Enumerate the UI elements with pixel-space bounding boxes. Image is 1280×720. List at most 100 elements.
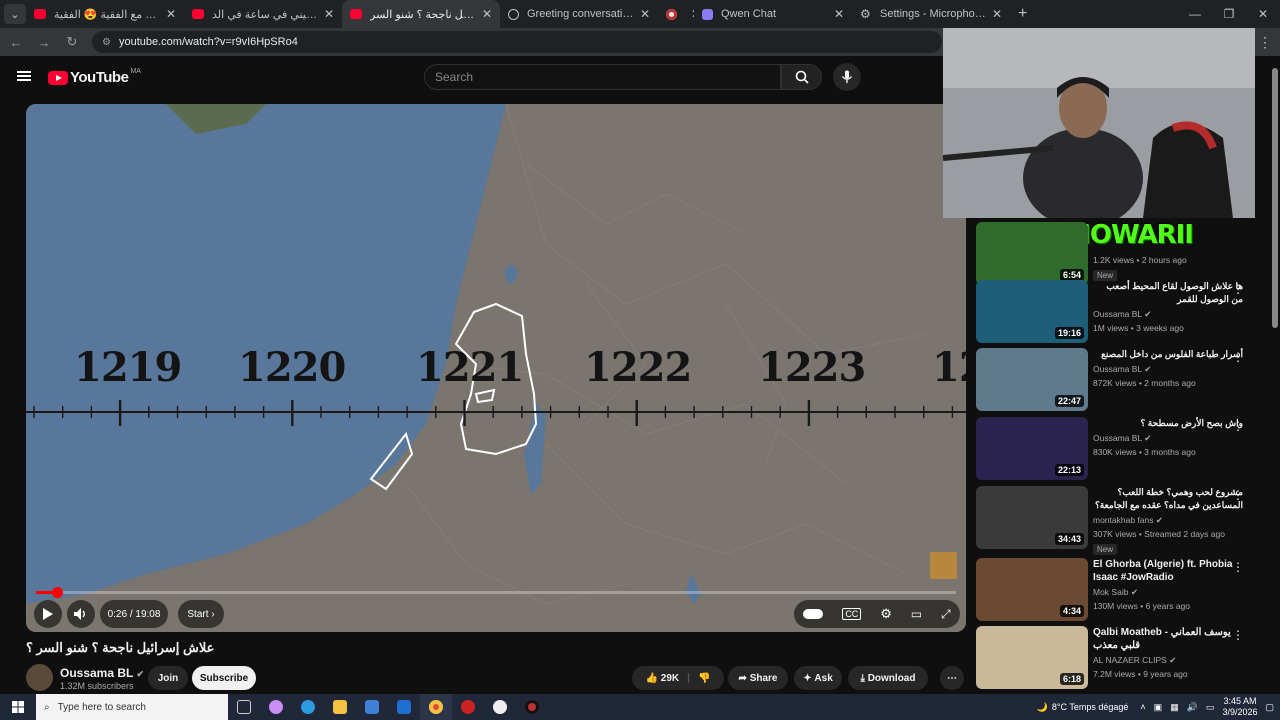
recommendation-item[interactable]: 19:16 ها علاش الوصول لقاع المحيط أصعب من … [976, 280, 1272, 344]
close-tab-icon[interactable]: ✕ [834, 7, 844, 21]
recommendation-item[interactable]: 4:34 El Ghorba (Algerie) ft. Phobia Isaac… [976, 558, 1272, 622]
recommendation-item[interactable]: 6:18 Qalbi Moatheb يوسف العماني - قلبي مع… [976, 626, 1272, 690]
back-icon[interactable]: ← [4, 35, 28, 50]
recommendation-channel[interactable]: AL NAZAER CLIPS ✔ [1093, 655, 1243, 666]
dislike-icon[interactable]: 👎 [698, 673, 710, 684]
speaker-icon[interactable]: 🔊 [1187, 702, 1198, 713]
download-button[interactable]: ⤓ Download [848, 666, 928, 690]
browser-tab[interactable]: علاش إسرائيل ناجحة ؟ شنو السر ✕ [342, 0, 500, 28]
windows-start-icon[interactable] [0, 694, 36, 720]
channel-name[interactable]: Oussama BL ✔ [60, 666, 144, 680]
browser-tab[interactable]: Greeting conversation ✕ [500, 0, 658, 28]
site-info-icon[interactable]: ⚙ [102, 37, 111, 48]
close-tab-icon[interactable]: ✕ [992, 7, 1002, 21]
voice-search-button[interactable] [833, 63, 861, 91]
reload-icon[interactable]: ↻ [60, 34, 84, 50]
record-app-icon[interactable] [452, 694, 484, 720]
recommendation-title[interactable]: واش بصح الأرض مسطحة ؟ [1093, 417, 1243, 430]
browser-menu-icon[interactable]: ⋮ [1258, 34, 1272, 51]
restore-icon[interactable]: ❐ [1212, 0, 1246, 28]
taskbar-search-input[interactable]: ⌕ Type here to search [36, 694, 228, 720]
recommendation-menu-icon[interactable]: ⋮ [1232, 419, 1244, 433]
clock[interactable]: 3:45 AM 3/9/2026 [1222, 696, 1257, 718]
recommendation-item[interactable]: 22:47 أسرار طباعة الفلوس من داخل المصنع Ou… [976, 348, 1272, 412]
volume-button[interactable] [67, 600, 95, 628]
menu-icon[interactable] [17, 71, 31, 81]
close-tab-icon[interactable]: ✕ [482, 7, 492, 21]
store-icon[interactable] [356, 694, 388, 720]
recommendation-channel[interactable]: Oussama BL ✔ [1093, 309, 1243, 320]
recommendation-channel[interactable]: Oussama BL ✔ [1093, 364, 1243, 375]
recommendation-thumbnail[interactable]: 6:18 [976, 626, 1088, 689]
subscribe-button[interactable]: Subscribe [192, 666, 256, 690]
capcut-icon[interactable] [484, 694, 516, 720]
recommendation-title[interactable]: ها علاش الوصول لقاع المحيط أصعب من الوصو… [1093, 280, 1243, 306]
recommendation-item[interactable]: 22:13 واش بصح الأرض مسطحة ؟ Oussama BL ✔ 83… [976, 417, 1272, 481]
task-view-icon[interactable] [228, 694, 260, 720]
url-field[interactable]: ⚙ youtube.com/watch?v=r9vI6HpSRo4 [92, 31, 942, 53]
weather-text[interactable]: 8°C Temps dégagé [1052, 702, 1128, 712]
recommendation-title[interactable]: Qalbi Moatheb يوسف العماني - قلبي معذب [1093, 626, 1243, 652]
channel-watermark[interactable] [930, 552, 957, 579]
recommendation-thumbnail[interactable]: 19:16 [976, 280, 1088, 343]
scrollbar-thumb[interactable] [1272, 68, 1278, 328]
network-icon[interactable]: ▦ [1170, 702, 1179, 713]
chapter-button[interactable]: Start › [178, 600, 224, 628]
file-explorer-icon[interactable] [324, 694, 356, 720]
like-button[interactable]: 👍 29K [646, 673, 680, 684]
autoplay-toggle-icon[interactable] [803, 609, 824, 619]
minimize-icon[interactable]: — [1178, 0, 1212, 28]
close-tab-icon[interactable]: ✕ [166, 7, 176, 21]
notifications-icon[interactable]: ▢ [1265, 702, 1274, 713]
chrome-icon[interactable] [420, 694, 452, 720]
browser-tab[interactable]: الحسين الدجيني في ساعة في الد... ✕ [184, 0, 342, 28]
tab-search-button[interactable]: ⌄ [4, 4, 26, 24]
fullscreen-icon[interactable]: ⤢ [941, 607, 951, 622]
forward-icon[interactable]: → [32, 35, 56, 50]
copilot-icon[interactable] [260, 694, 292, 720]
edge-icon[interactable] [292, 694, 324, 720]
video-player[interactable]: 1219 1220 1221 1222 1223 12 0:26 / 19:08 Star… [26, 104, 966, 632]
page-scrollbar[interactable] [1270, 56, 1280, 696]
browser-tab[interactable]: ✕ [658, 0, 694, 28]
recommendation-title[interactable]: مشروع لحب وهمي؟ خطة اللعب؟ المساعدين في … [1093, 486, 1243, 512]
play-button[interactable] [34, 600, 62, 628]
outlook-icon[interactable] [388, 694, 420, 720]
browser-tab[interactable]: ⚙ Settings - Microphone ✕ [852, 0, 1010, 28]
miniplayer-icon[interactable]: ▭ [911, 607, 922, 621]
recommendation-item[interactable]: 6:54 1.2K views • 2 hours ago New [976, 222, 1272, 286]
new-tab-icon[interactable]: + [1018, 5, 1027, 23]
recommendation-thumbnail[interactable]: 6:54 [976, 222, 1088, 285]
share-button[interactable]: ➦ Share [728, 666, 788, 690]
recommendation-title[interactable]: أسرار طباعة الفلوس من داخل المصنع [1093, 348, 1243, 361]
close-tab-icon[interactable]: ✕ [640, 7, 650, 21]
recommendation-menu-icon[interactable]: ⋮ [1232, 350, 1244, 364]
tray-chevron-icon[interactable]: ˄ [1140, 702, 1145, 712]
close-window-icon[interactable]: ✕ [1246, 0, 1280, 28]
recommendation-channel[interactable]: montakhab fans ✔ [1093, 515, 1243, 526]
meet-icon[interactable]: ▣ [1154, 702, 1163, 713]
recommendation-item[interactable]: 34:43 مشروع لحب وهمي؟ خطة اللعب؟ المساعدي… [976, 486, 1272, 555]
recommendation-thumbnail[interactable]: 4:34 [976, 558, 1088, 621]
recommendation-channel[interactable]: Oussama BL ✔ [1093, 433, 1243, 444]
recommendation-menu-icon[interactable]: ⋮ [1232, 488, 1244, 502]
close-tab-icon[interactable]: ✕ [324, 7, 334, 21]
search-input[interactable]: Search [424, 64, 781, 90]
recommendation-thumbnail[interactable]: 22:47 [976, 348, 1088, 411]
ask-button[interactable]: ✦ Ask [794, 666, 842, 690]
browser-tab[interactable]: Qwen Chat ✕ [694, 0, 852, 28]
recommendation-channel[interactable]: Mok Saib ✔ [1093, 587, 1243, 598]
captions-icon[interactable]: CC [842, 608, 862, 620]
settings-icon[interactable]: ⚙ [880, 606, 892, 622]
recommendation-menu-icon[interactable]: ⋮ [1232, 560, 1244, 574]
join-button[interactable]: Join [148, 666, 188, 690]
obs-icon[interactable] [516, 694, 548, 720]
progress-bar[interactable] [36, 587, 956, 598]
search-button[interactable] [781, 64, 822, 90]
recommendation-menu-icon[interactable]: ⋮ [1232, 282, 1244, 296]
recommendation-title[interactable]: El Ghorba (Algerie) ft. Phobia Isaac #Jo… [1093, 558, 1243, 584]
recommendation-thumbnail[interactable]: 22:13 [976, 417, 1088, 480]
battery-icon[interactable]: ▭ [1206, 702, 1215, 713]
recommendation-menu-icon[interactable]: ⋮ [1232, 628, 1244, 642]
browser-tab[interactable]: برنامج الزواج مع الفقية 😍 الفقية ✕ [26, 0, 184, 28]
